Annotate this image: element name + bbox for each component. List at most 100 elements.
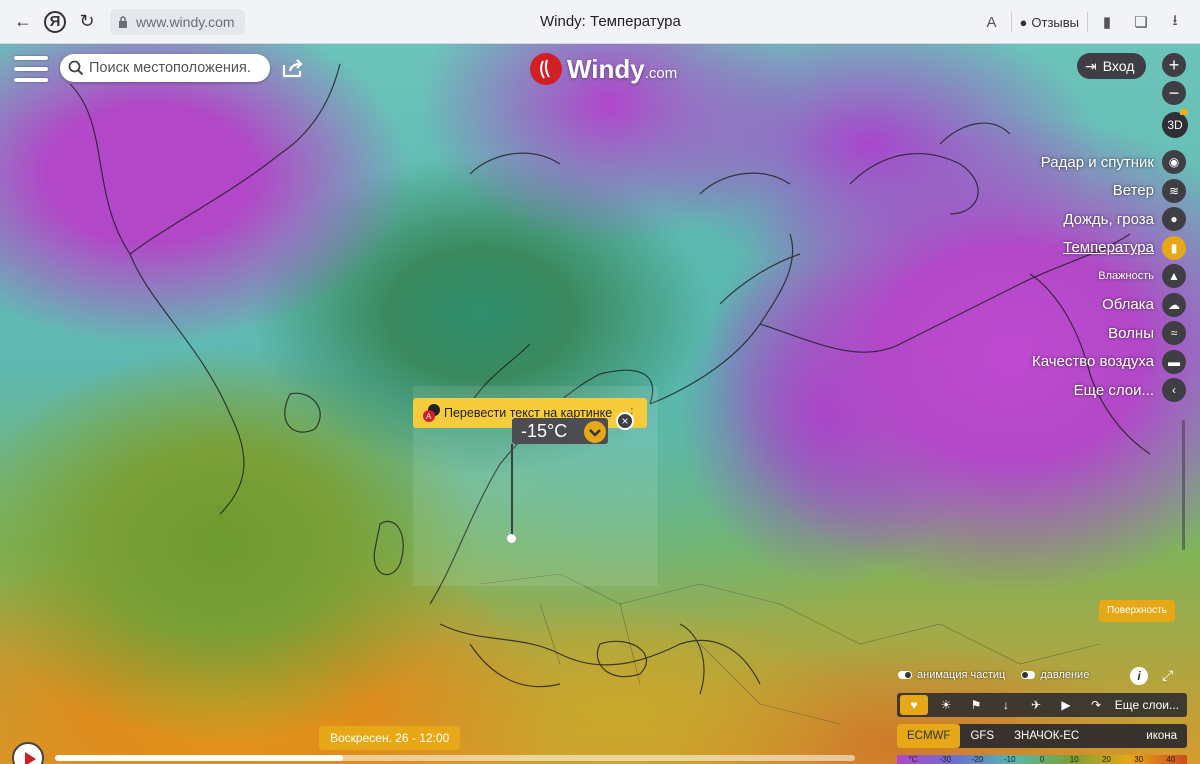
address-bar[interactable]: www.windy.com: [110, 8, 245, 35]
sun-cloud-icon[interactable]: ☀: [931, 698, 961, 712]
cloud-icon: ☁: [1162, 292, 1186, 317]
svg-text:A: A: [426, 412, 432, 421]
humidity-icon: ▲: [1162, 264, 1186, 289]
3d-button[interactable]: 3D: [1162, 112, 1188, 138]
translate-icon[interactable]: A: [977, 7, 1007, 37]
time-badge[interactable]: Воскресен. 26 - 12:00: [319, 726, 461, 750]
map-toggles: анимация частиц давление: [898, 669, 1089, 681]
zoom-in-button[interactable]: +: [1162, 53, 1186, 77]
back-icon[interactable]: ←: [8, 7, 38, 37]
favorite-layers-bar: ♥ ☀ ⚑ ↓ ✈ ▶ ↷ Еще слои...: [897, 693, 1187, 717]
hook-icon[interactable]: ↷: [1081, 698, 1111, 712]
globe-icon: ◉: [1162, 150, 1186, 175]
layer-menu: Радар и спутник ◉ Ветер ≋ Дождь, гроза ● Темпе…: [936, 148, 1186, 405]
lock-icon: [119, 15, 127, 28]
search-placeholder: Поиск местоположения.: [89, 60, 251, 76]
share-icon[interactable]: [281, 57, 305, 79]
waves-icon: ≈: [1162, 321, 1186, 346]
layer-label: Радар и спутник: [1040, 153, 1154, 171]
surface-level-button[interactable]: Поверхность: [1099, 600, 1175, 622]
layer-label: Волны: [1108, 324, 1154, 342]
translate-icon: A: [423, 404, 440, 422]
scale-label: 20: [1101, 755, 1111, 764]
pin-line: [511, 444, 513, 538]
layer-item[interactable]: Влажность ▲: [936, 262, 1186, 291]
temperature-value: -15°C: [521, 421, 568, 441]
car-icon: ▬: [1162, 349, 1186, 374]
thermometer-icon: ▮: [1162, 235, 1186, 260]
login-button[interactable]: ⇥ Вход: [1077, 53, 1147, 79]
reload-icon[interactable]: ↻: [72, 7, 102, 37]
raindrop-icon: ●: [1162, 207, 1186, 232]
url-text: www.windy.com: [136, 13, 235, 30]
layer-item[interactable]: Температура ▮: [936, 234, 1186, 263]
login-icon: ⇥: [1085, 57, 1097, 74]
layer-item[interactable]: Ветер ≋: [936, 177, 1186, 206]
timeline-progress: [55, 755, 343, 761]
yandex-icon[interactable]: Я: [44, 10, 66, 33]
camera-icon[interactable]: ▶: [1051, 698, 1081, 712]
plane-icon[interactable]: ✈: [1021, 698, 1051, 712]
login-label: Вход: [1102, 58, 1135, 74]
model-tab[interactable]: ЗНАЧОК-ЕС: [1004, 724, 1089, 748]
wind-icon: ≋: [1162, 178, 1186, 203]
layer-label: Температура: [1063, 239, 1154, 257]
layer-label: Еще слои...: [1073, 381, 1154, 399]
layer-label: Ветер: [1112, 182, 1154, 200]
layer-item[interactable]: Волны ≈: [936, 319, 1186, 348]
bookmark-icon[interactable]: ▮: [1092, 7, 1122, 37]
logo-icon: [530, 53, 562, 85]
chevron-left-icon: ‹: [1162, 378, 1186, 403]
logo-text: Windy.com: [567, 53, 678, 84]
arrow-down-icon[interactable]: ↓: [991, 698, 1021, 712]
zoom-out-button[interactable]: −: [1162, 81, 1186, 105]
layer-item[interactable]: Радар и спутник ◉: [936, 148, 1186, 177]
layer-label: Облака: [1102, 296, 1154, 314]
close-popup-button[interactable]: ×: [616, 412, 634, 430]
layer-item[interactable]: Качество воздуха ▬: [936, 348, 1186, 377]
scale-label: °C: [908, 755, 918, 764]
scale-label: 40: [1166, 755, 1176, 764]
flag-icon[interactable]: ⚑: [961, 698, 991, 712]
fullscreen-icon[interactable]: ⤢: [1162, 667, 1173, 684]
layer-item[interactable]: Облака ☁: [936, 291, 1186, 320]
scale-label: -30: [939, 755, 952, 764]
feedback-button[interactable]: ● Отзывы: [1010, 12, 1088, 32]
chat-bubble-icon: ●: [1019, 14, 1028, 30]
layer-item[interactable]: Еще слои... ‹: [936, 376, 1186, 405]
timeline[interactable]: [55, 755, 855, 761]
play-icon: [25, 752, 36, 764]
collections-icon[interactable]: ❏: [1126, 7, 1156, 37]
download-icon[interactable]: ⭳: [1160, 7, 1190, 37]
layer-label: Качество воздуха: [1031, 353, 1154, 371]
layer-item[interactable]: Дождь, гроза ●: [936, 205, 1186, 234]
model-tab[interactable]: GFS: [960, 724, 1004, 748]
layer-label: Дождь, гроза: [1063, 210, 1154, 228]
model-selector: ECMWF GFS ЗНАЧОК-ЕС икона: [897, 724, 1187, 748]
search-input[interactable]: Поиск местоположения.: [60, 54, 270, 82]
scale-label: -10: [1003, 755, 1016, 764]
particles-toggle[interactable]: анимация частиц: [898, 669, 1005, 681]
model-tab[interactable]: ECMWF: [897, 724, 961, 748]
search-icon: [68, 60, 84, 76]
scale-label: 10: [1069, 755, 1079, 764]
layer-scrollbar[interactable]: [1182, 420, 1185, 550]
chevron-down-icon[interactable]: [584, 421, 606, 443]
menu-button[interactable]: [14, 56, 48, 82]
location-pin[interactable]: [507, 534, 516, 543]
more-layers-link[interactable]: Еще слои...: [1115, 698, 1179, 712]
info-button[interactable]: i: [1130, 667, 1148, 685]
layer-label: Влажность: [1098, 270, 1154, 283]
windy-logo[interactable]: Windy.com: [530, 53, 677, 85]
heart-icon[interactable]: ♥: [900, 695, 928, 715]
scale-label: -20: [971, 755, 984, 764]
feedback-label: Отзывы: [1031, 14, 1079, 30]
temperature-scale: °C -30 -20 -10 0 10 20 30 40: [897, 755, 1187, 764]
scale-label: 30: [1134, 755, 1144, 764]
model-tab[interactable]: икона: [1136, 724, 1187, 748]
pressure-toggle[interactable]: давление: [1021, 669, 1089, 681]
scale-label: 0: [1039, 755, 1045, 764]
premium-crown-icon: [1180, 109, 1188, 115]
browser-toolbar: ← Я ↻ www.windy.com Windy: Температура A…: [0, 0, 1200, 44]
page-title: Windy: Температура: [540, 13, 681, 30]
